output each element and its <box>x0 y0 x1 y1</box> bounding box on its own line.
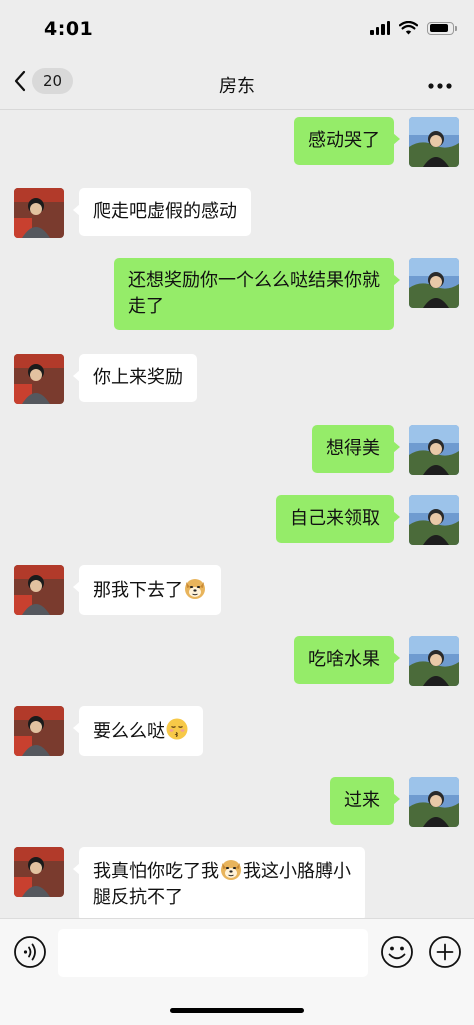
doge-emoji-icon <box>219 857 243 881</box>
more-dots-icon <box>428 83 452 89</box>
kissing-emoji-icon <box>165 717 189 741</box>
message-received: 那我下去了 <box>14 565 221 615</box>
message-sent: 还想奖励你一个么么哒结果你就 走了 <box>114 258 459 330</box>
status-bar: 4:01 <box>0 0 474 58</box>
my-avatar[interactable] <box>409 117 459 167</box>
message-bubble[interactable]: 我真怕你吃了我 我这小胳膊小 腿反抗不了 <box>73 847 365 918</box>
message-sent: 自己来领取 <box>276 495 459 545</box>
message-bubble[interactable]: 自己来领取 <box>276 495 400 543</box>
contact-avatar[interactable] <box>14 354 64 404</box>
contact-avatar[interactable] <box>14 706 64 756</box>
voice-icon <box>14 936 46 968</box>
message-sent: 过来 <box>330 777 459 827</box>
smiley-icon <box>381 936 413 968</box>
cellular-signal-icon <box>370 21 390 35</box>
message-sent: 想得美 <box>312 425 459 475</box>
wifi-icon <box>399 21 418 35</box>
message-received: 爬走吧虚假的感动 <box>14 188 251 238</box>
nav-bar: 20 房东 <box>0 58 474 110</box>
plus-circle-icon <box>429 936 461 968</box>
home-indicator[interactable] <box>170 1008 304 1013</box>
message-bubble[interactable]: 要么么哒 <box>73 706 203 756</box>
message-bubble[interactable]: 吃啥水果 <box>294 636 400 684</box>
message-bubble[interactable]: 还想奖励你一个么么哒结果你就 走了 <box>114 258 400 330</box>
message-received: 要么么哒 <box>14 706 203 756</box>
status-icons <box>370 21 457 35</box>
my-avatar[interactable] <box>409 495 459 545</box>
message-bubble[interactable]: 你上来奖励 <box>73 354 197 402</box>
message-bubble[interactable]: 过来 <box>330 777 400 825</box>
battery-icon <box>427 21 457 35</box>
message-bubble[interactable]: 感动哭了 <box>294 117 400 165</box>
message-sent: 吃啥水果 <box>294 636 459 686</box>
message-received: 你上来奖励 <box>14 354 197 404</box>
message-input[interactable] <box>58 929 368 977</box>
chat-title: 房东 <box>219 76 255 97</box>
my-avatar[interactable] <box>409 777 459 827</box>
message-bubble[interactable]: 想得美 <box>312 425 400 473</box>
contact-avatar[interactable] <box>14 565 64 615</box>
status-time: 4:01 <box>44 18 94 40</box>
message-received: 我真怕你吃了我 我这小胳膊小 腿反抗不了 <box>14 847 365 918</box>
my-avatar[interactable] <box>409 636 459 686</box>
emoji-button[interactable] <box>380 935 414 973</box>
message-sent: 感动哭了 <box>294 117 459 167</box>
message-bubble[interactable]: 那我下去了 <box>73 565 221 615</box>
message-bubble[interactable]: 爬走吧虚假的感动 <box>73 188 251 236</box>
more-functions-button[interactable] <box>428 935 462 973</box>
my-avatar[interactable] <box>409 258 459 308</box>
chat-screen: 4:01 20 房东 感动哭了 爬走吧虚假的感动 还想奖励你一个么么哒结果你就 … <box>0 0 474 1025</box>
my-avatar[interactable] <box>409 425 459 475</box>
chat-message-list[interactable]: 感动哭了 爬走吧虚假的感动 还想奖励你一个么么哒结果你就 走了 你上来奖励 想得… <box>0 110 474 918</box>
contact-avatar[interactable] <box>14 188 64 238</box>
doge-emoji-icon <box>183 576 207 600</box>
more-options-button[interactable] <box>428 74 452 93</box>
contact-avatar[interactable] <box>14 847 64 897</box>
voice-input-button[interactable] <box>13 935 47 973</box>
